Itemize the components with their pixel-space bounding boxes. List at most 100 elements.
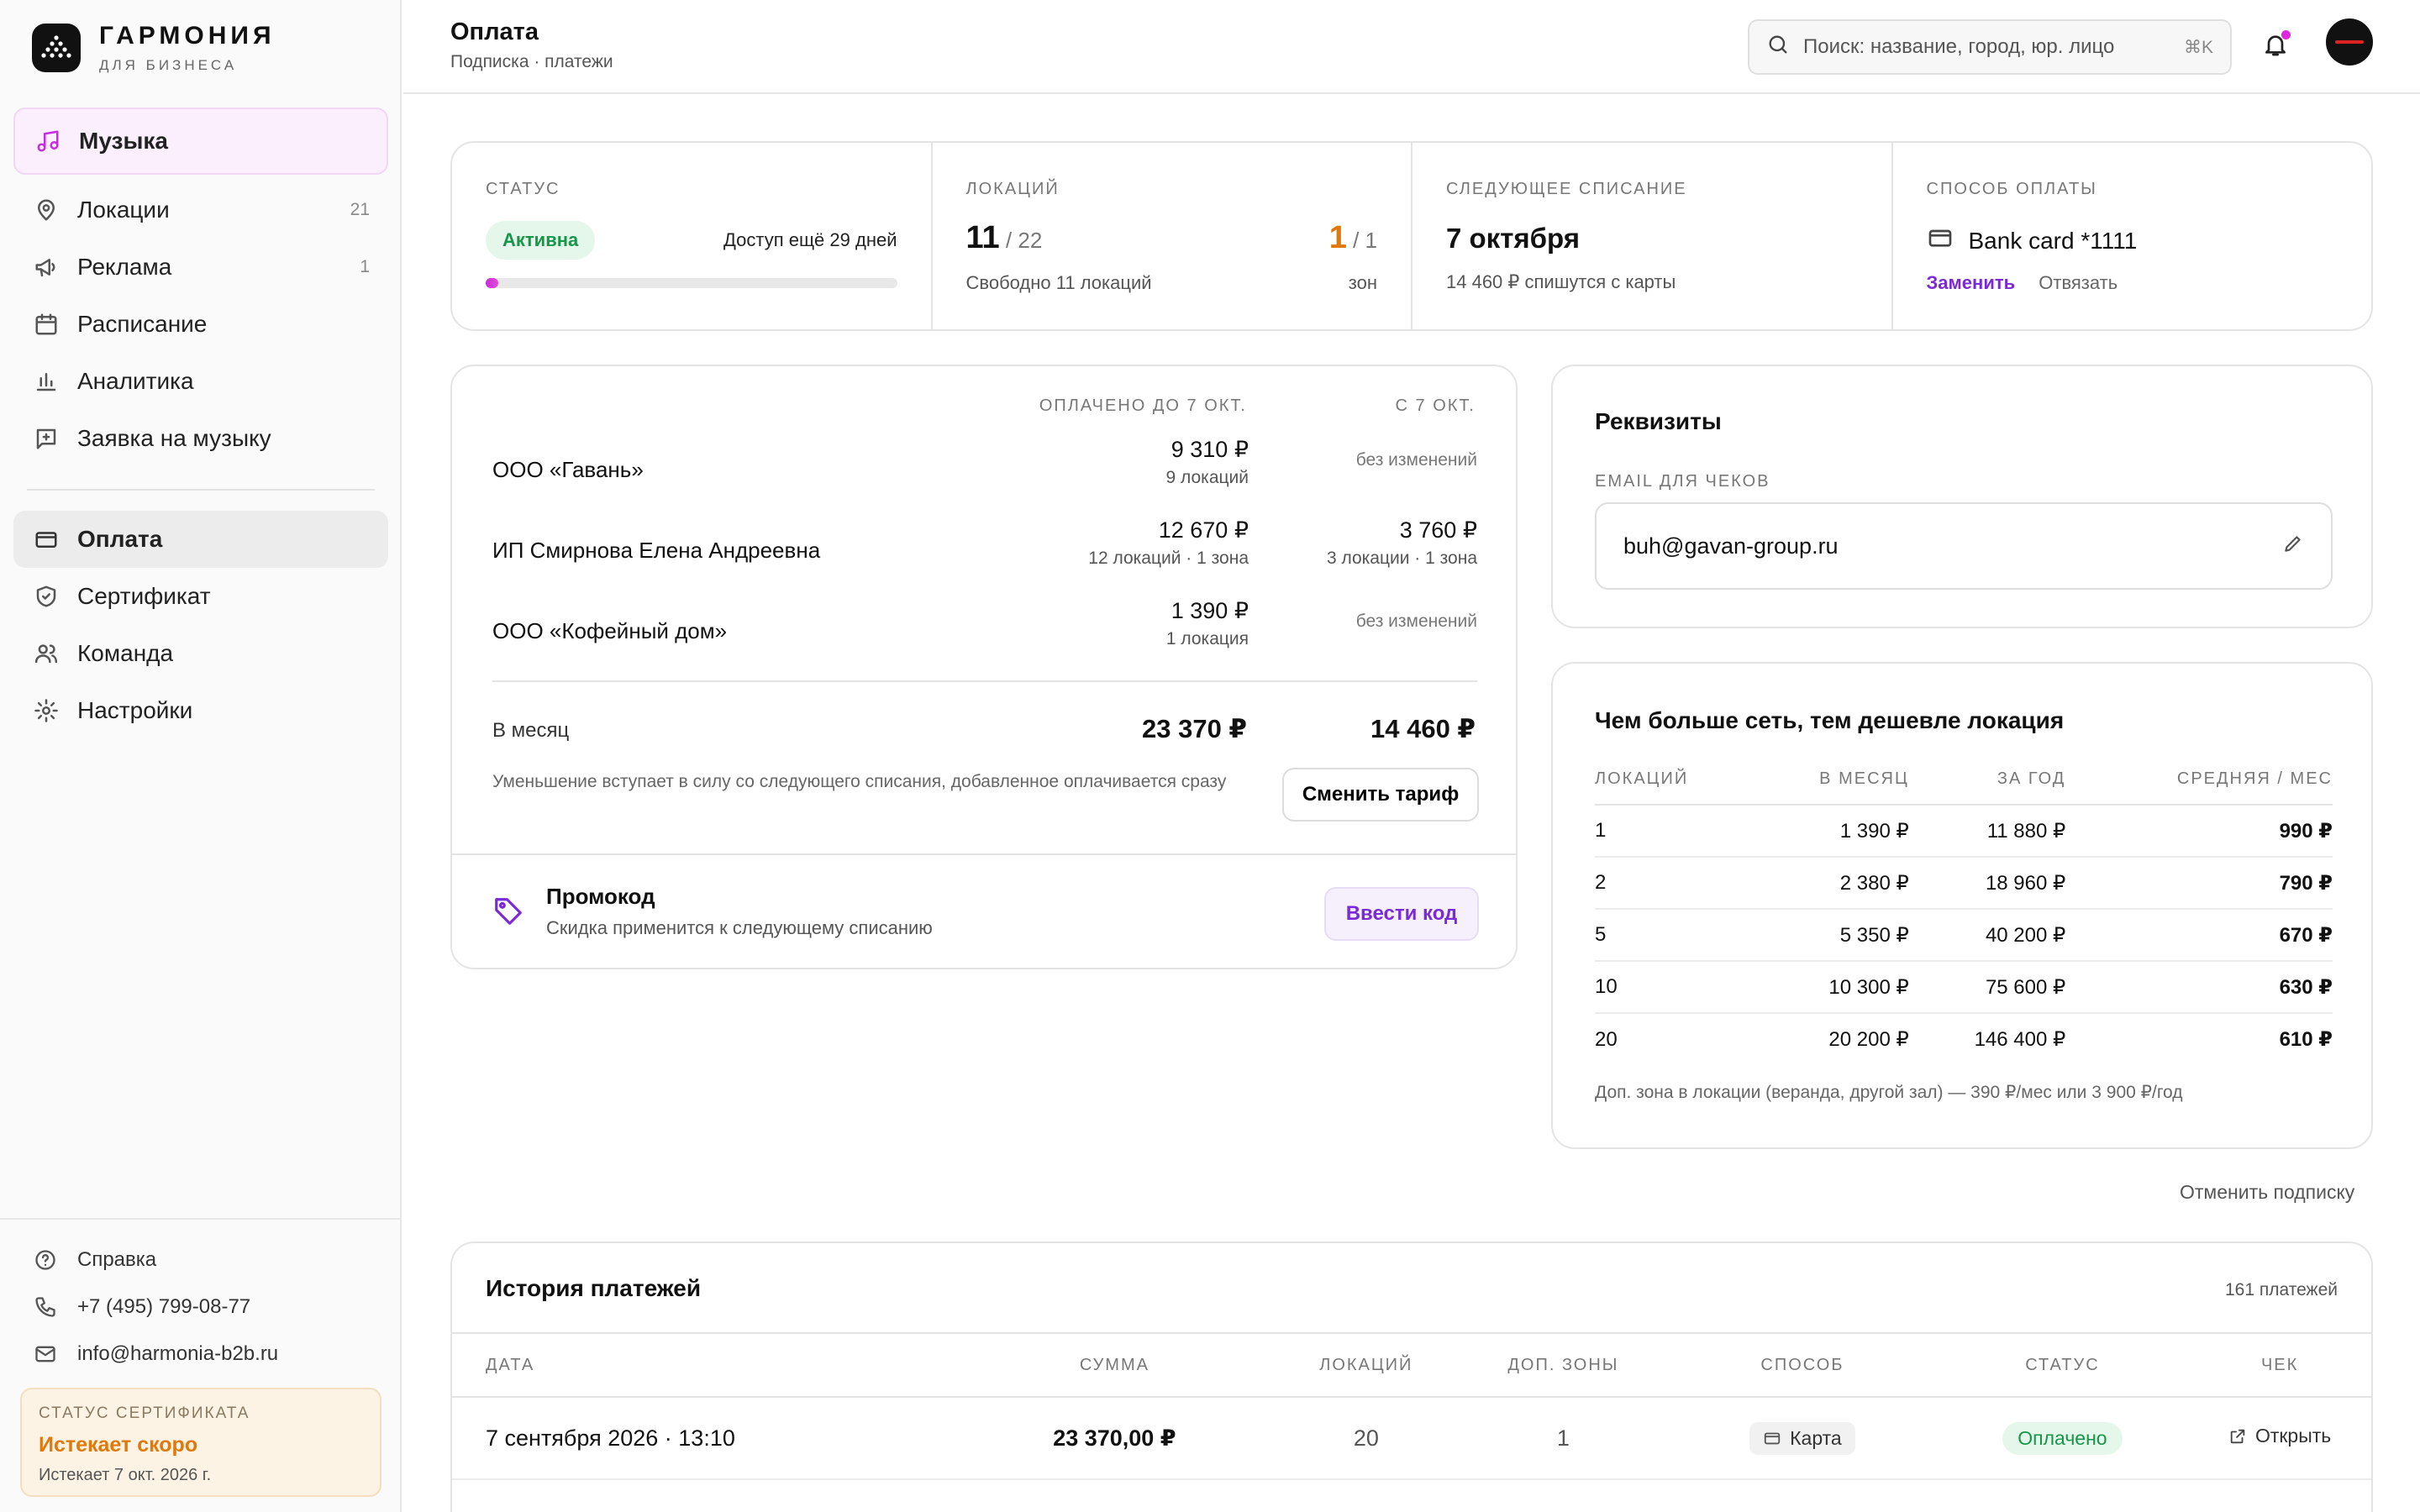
sidebar-item-schedule[interactable]: Расписание (13, 296, 388, 353)
open-receipt-link[interactable]: Открыть (2228, 1425, 2331, 1447)
new-details: без изменений (1355, 612, 1477, 631)
external-link-icon (2230, 1429, 2245, 1443)
sidebar-item-team[interactable]: Команда (13, 625, 388, 682)
notifications-button[interactable] (2257, 29, 2294, 66)
locations-total: / 22 (1005, 228, 1043, 253)
brand-subtitle: ДЛЯ БИЗНЕСА (99, 57, 238, 73)
sidebar-item-payment[interactable]: Оплата (13, 511, 388, 568)
change-plan-button[interactable]: Сменить тариф (1282, 768, 1479, 822)
plan-row: ИП Смирнова Елена Андреевна 12 670 ₽ 12 л… (492, 512, 1477, 588)
extra-zone-note: Доп. зона в локации (веранда, другой зал… (1595, 1083, 2183, 1102)
sidebar-item-count: 21 (350, 200, 370, 219)
brand-logo-icon (32, 24, 81, 72)
volume-pricing-card: Чем больше сеть, тем дешевле локация ЛОК… (1551, 662, 2373, 1149)
help-link[interactable]: Справка (34, 1236, 402, 1284)
enter-promo-button[interactable]: Ввести код (1324, 887, 1479, 941)
volume-pricing-title: Чем больше сеть, тем дешевле локация (1595, 707, 2065, 733)
table-cell: 2 (1595, 857, 1755, 910)
table-cell: 18 960 ₽ (1908, 857, 2066, 910)
change-card-link[interactable]: Заменить (1927, 272, 2016, 293)
search-input[interactable] (1803, 35, 2184, 59)
access-progress-bar (486, 278, 897, 288)
sidebar-item-certificate[interactable]: Сертификат (13, 568, 388, 625)
certificate-status-card[interactable]: СТАТУС СЕРТИФИКАТА Истекает скоро Истека… (20, 1388, 381, 1497)
brand-name: ГАРМОНИЯ (99, 22, 276, 50)
requisites-card: Реквизиты EMAIL ДЛЯ ЧЕКОВ buh@gavan-grou… (1551, 365, 2373, 628)
requisites-title: Реквизиты (1595, 408, 1722, 434)
history-header: ДАТА (452, 1332, 955, 1398)
receipt-email-field[interactable]: buh@gavan-group.ru (1595, 502, 2333, 590)
paid-amount: 1 390 ₽ (1171, 598, 1249, 623)
open-receipt-label: Открыть (2254, 1425, 2332, 1447)
sidebar-item-locations[interactable]: Локации 21 (13, 181, 388, 239)
sidebar-item-music-request[interactable]: Заявка на музыку (13, 410, 388, 467)
table-cell: 40 200 ₽ (1908, 909, 2066, 962)
zones-total: / 1 (1353, 228, 1377, 253)
stat-next-label: СЛЕДУЮЩЕЕ СПИСАНИЕ (1446, 180, 1687, 198)
megaphone-icon (32, 253, 60, 281)
search-box[interactable]: ⌘K (1748, 19, 2232, 75)
calendar-icon (32, 310, 60, 339)
unlink-card-link[interactable]: Отвязать (2039, 272, 2118, 293)
table-row: 20 20 200 ₽ 146 400 ₽ 610 ₽ (1595, 1013, 2333, 1065)
bar-chart-icon (32, 367, 60, 396)
next-charge-date: 7 октября (1446, 223, 1580, 254)
search-shortcut: ⌘K (2183, 37, 2213, 57)
locations-free: Свободно 11 локаций (965, 272, 1152, 293)
tag-icon (492, 895, 524, 933)
new-details: 3 локации · 1 зона (1326, 549, 1477, 568)
table-cell: 610 ₽ (2279, 1028, 2333, 1051)
pricing-header: СРЕДНЯЯ / МЕС (2065, 754, 2333, 806)
history-header: ЧЕК (2188, 1332, 2371, 1398)
new-amount: 3 760 ₽ (1399, 517, 1477, 543)
phone-icon (34, 1295, 59, 1319)
payment-method-label: Карта (1790, 1426, 1842, 1449)
table-cell: 2 380 ₽ (1754, 857, 1909, 910)
brand[interactable]: ГАРМОНИЯ ДЛЯ БИЗНЕСА (32, 22, 276, 74)
promo-divider (452, 853, 1516, 855)
locations-used: 11 (965, 220, 1000, 255)
phone-link[interactable]: +7 (495) 799-08-77 (34, 1284, 402, 1331)
payment-method-chip: Карта (1749, 1421, 1855, 1455)
map-pin-icon (32, 196, 60, 224)
entity-name: ООО «Кофейный дом» (492, 618, 728, 643)
gear-icon (32, 696, 60, 725)
stat-payment-method: СПОСОБ ОПЛАТЫ Bank card *1111 Заменить О… (1893, 143, 2372, 329)
certificate-status-label: СТАТУС СЕРТИФИКАТА (39, 1404, 250, 1422)
zones-label: зон (1348, 272, 1377, 293)
history-header: ЛОКАЦИЙ (1273, 1332, 1459, 1398)
avatar[interactable] (2326, 18, 2373, 66)
receipt-email-value: buh@gavan-group.ru (1623, 533, 1839, 559)
sidebar-item-settings[interactable]: Настройки (13, 682, 388, 739)
legal-entities-plans: ОПЛАЧЕНО ДО 7 ОКТ. С 7 ОКТ. ООО «Гавань»… (450, 365, 1518, 969)
payment-history-title: История платежей (486, 1275, 702, 1301)
paid-amount: 12 670 ₽ (1158, 517, 1249, 543)
sidebar-item-music[interactable]: Музыка (13, 108, 388, 175)
plan-row: ООО «Кофейный дом» 1 390 ₽ 1 локация без … (492, 593, 1477, 669)
users-icon (32, 639, 60, 668)
sidebar-item-label: Сертификат (77, 583, 211, 609)
cancel-subscription-link[interactable]: Отменить подписку (2180, 1181, 2354, 1204)
card-icon (32, 525, 60, 554)
stat-locations: ЛОКАЦИЙ 11 / 22 Свободно 11 локаций 1 / … (933, 143, 1413, 329)
paid-details: 12 локаций · 1 зона (1088, 549, 1249, 568)
help-label: Справка (77, 1248, 157, 1271)
sidebar-footer: Справка +7 (495) 799-08-77 info@harmonia… (0, 1218, 402, 1378)
avatar-logo-icon (2335, 40, 2364, 44)
payment-history-card: История платежей 161 платежей ДАТА СУММА… (450, 1242, 2373, 1512)
table-row: 7 сентября 2026 · 13:10 23 370,00 ₽ 20 1… (452, 1397, 2371, 1480)
sidebar-item-ads[interactable]: Реклама 1 (13, 239, 388, 296)
receipt-email-label: EMAIL ДЛЯ ЧЕКОВ (1595, 472, 1770, 491)
email-link[interactable]: info@harmonia-b2b.ru (34, 1331, 402, 1378)
edit-pencil-icon[interactable] (2282, 533, 2304, 560)
payment-status-cell: Оплачено (1936, 1397, 2189, 1480)
per-month-paid: 23 370 ₽ (1142, 714, 1247, 743)
promo-title: Промокод (546, 884, 655, 909)
paid-details: 9 локаций (1165, 468, 1249, 487)
pricing-header: В МЕСЯЦ (1754, 754, 1909, 806)
pricing-header: ЛОКАЦИЙ (1595, 754, 1755, 806)
sidebar-item-analytics[interactable]: Аналитика (13, 353, 388, 410)
promo-subtitle: Скидка применится к следующему списанию (546, 917, 933, 938)
status-badge: Активна (486, 221, 596, 260)
mail-icon (34, 1342, 59, 1366)
